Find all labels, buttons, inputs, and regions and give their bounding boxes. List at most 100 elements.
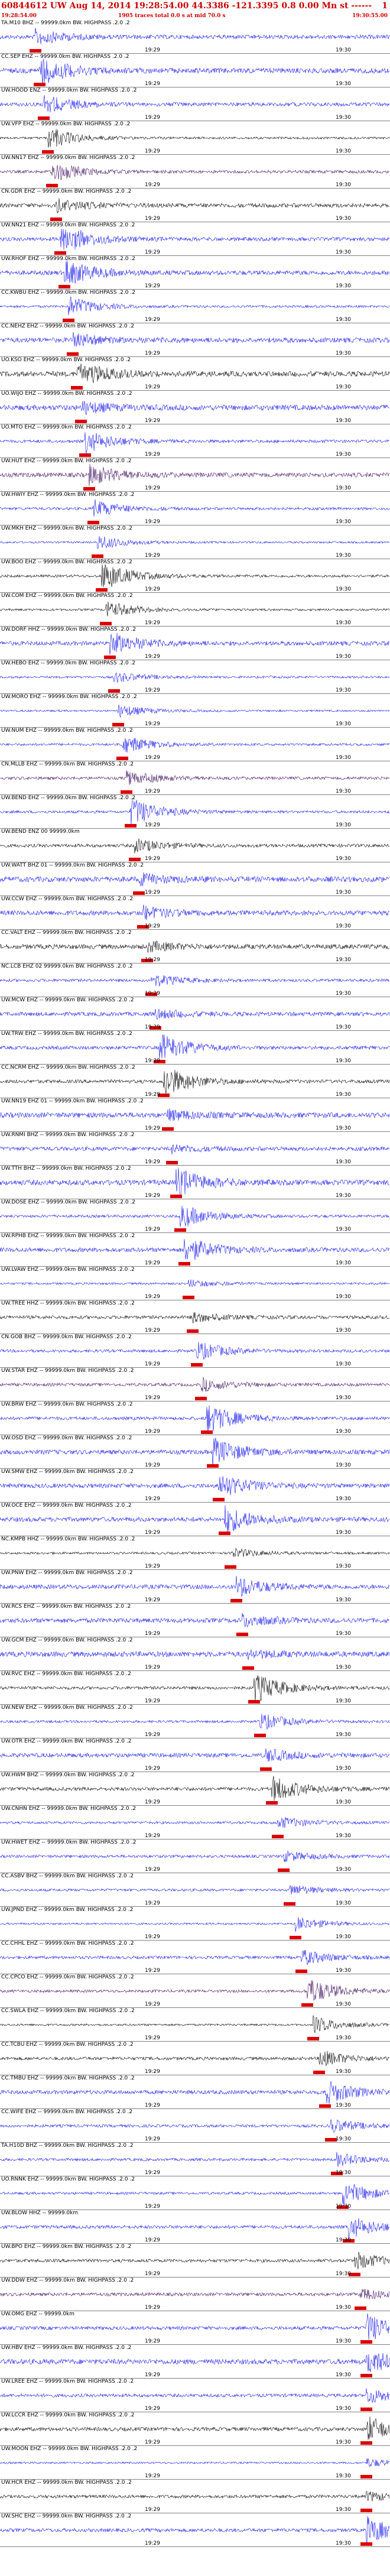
pick-marker xyxy=(54,251,66,255)
track-label: UW.OSD EHZ -- 99999.0km BW. HIGHPASS .2.… xyxy=(1,1435,132,1441)
time-tick-label: 19:30 xyxy=(336,1597,351,1603)
time-tick-label: 19:30 xyxy=(336,2305,351,2311)
time-tick-label: 19:29 xyxy=(145,485,160,491)
waveform-trace xyxy=(0,1850,390,1863)
pick-marker xyxy=(121,790,132,794)
track-label: UW.NN21 EHZ -- 99999.0km BW. HIGHPASS .2… xyxy=(1,222,135,228)
time-tick-label: 19:30 xyxy=(336,1631,351,1637)
waveform-trace xyxy=(0,2051,390,2066)
time-tick-label: 19:29 xyxy=(145,822,160,828)
waveform-trace xyxy=(0,2289,390,2300)
pick-marker xyxy=(183,1296,194,1299)
waveform-trace xyxy=(0,1576,390,1597)
seismogram-track: UW.OTR EHZ -- 99999.0km BW. HIGHPASS .2.… xyxy=(0,1738,390,1772)
track-label: UW.CNHN EHZ -- 99999.0km BW. HIGHPASS .2… xyxy=(1,1806,136,1812)
time-tick-label: 19:30 xyxy=(336,1260,351,1266)
waveform-trace xyxy=(0,2081,390,2104)
pick-marker xyxy=(236,1633,248,1636)
time-tick-label: 19:29 xyxy=(145,2001,160,2007)
time-tick-label: 19:29 xyxy=(145,923,160,929)
pick-marker xyxy=(133,891,145,895)
waveform-trace xyxy=(0,198,390,213)
time-tick-label: 19:30 xyxy=(336,2001,351,2007)
track-label: UW.RHOF EHZ -- 99999.0km BW. HIGHPASS .2… xyxy=(1,256,135,262)
track-label: CC.SWLA EHZ -- 99999.0km BW. HIGHPASS .2… xyxy=(1,2008,135,2014)
track-label: UW.HOOD ENZ -- 99999.0km BW. HIGHPASS .2… xyxy=(1,87,137,93)
track-label: UW.NUM EHZ -- 99999.0km BW. HIGHPASS .2.… xyxy=(1,728,133,734)
time-tick-label: 19:29 xyxy=(145,2372,160,2378)
time-tick-label: 19:30 xyxy=(336,1125,351,1131)
pick-marker xyxy=(191,1363,203,1367)
track-label: UW.LREE EHZ -- 99999.0km BW. HIGHPASS .2… xyxy=(1,2379,134,2384)
track-label: UW.BLOW HHZ -- 99999.0km xyxy=(1,2210,79,2216)
time-tick-label: 19:29 xyxy=(145,1833,160,1839)
pick-marker xyxy=(360,2441,372,2445)
time-tick-label: 19:30 xyxy=(336,115,351,121)
seismogram-track: NC.KMPB HHZ -- 99999.0km BW. HIGHPASS .2… xyxy=(0,1536,390,1570)
seismogram-track: UW.DOSE EHZ -- 99999.0km BW. HIGHPASS .2… xyxy=(0,1199,390,1233)
waveform-trace xyxy=(0,165,390,180)
waveform-trace xyxy=(0,2119,390,2133)
waveform-trace xyxy=(0,632,390,655)
pick-marker xyxy=(187,1329,199,1333)
time-tick-label: 19:29 xyxy=(145,1698,160,1704)
seismogram-track: UO.MTO EHZ -- 99999.0km BW. HIGHPASS .2.… xyxy=(0,424,390,458)
track-label: CC.ASBV BHZ -- 99999.0km BW. HIGHPASS .2… xyxy=(1,1873,134,1879)
seismogram-track: UW.HWET EHZ -- 99999.0km BW. HIGHPASS .2… xyxy=(0,1839,390,1873)
seismogram-track: UW.PNW EHZ -- 99999.0km BW. HIGHPASS .2.… xyxy=(0,1570,390,1604)
waveform-trace xyxy=(0,1547,390,1557)
waveform-trace xyxy=(0,1108,390,1121)
time-tick-label: 19:30 xyxy=(336,2204,351,2210)
waveform-trace xyxy=(0,2014,390,2033)
seismogram-track: CC.CHHL EHZ -- 99999.0km BW. HIGHPASS .2… xyxy=(0,1941,390,1974)
waveform-trace xyxy=(0,2184,390,2206)
seismogram-track: UW.LCCR EHZ -- 99999.0km BW. HIGHPASS .2… xyxy=(0,2412,390,2446)
time-tick-label: 19:29 xyxy=(145,586,160,592)
track-label: UW.LVAW EHZ -- 99999.0km BW. HIGHPASS .2… xyxy=(1,1267,135,1273)
seismogram-track: UW.OCE EHZ -- 99999.0km BW. HIGHPASS .2.… xyxy=(0,1503,390,1536)
waveform-trace xyxy=(0,258,390,284)
track-label: UW.HCR EHZ -- 99999.0km BW. HIGHPASS .2.… xyxy=(1,2480,132,2486)
time-tick-label: 19:29 xyxy=(145,47,160,53)
seismogram-track: UW.CNHN EHZ -- 99999.0km BW. HIGHPASS .2… xyxy=(0,1806,390,1839)
track-label: CC.VALT EHZ -- 99999.0km BW. HIGHPASS .2… xyxy=(1,930,132,936)
pick-marker xyxy=(71,386,83,390)
seismogram-track: UO.WIJO EHZ -- 99999.0km BW. HIGHPASS .2… xyxy=(0,391,390,424)
time-tick-label: 19:30 xyxy=(336,1328,351,1334)
time-tick-label: 19:29 xyxy=(145,2473,160,2479)
time-tick-label: 19:29 xyxy=(145,351,160,356)
seismogram-track: CC.ASBV BHZ -- 99999.0km BW. HIGHPASS .2… xyxy=(0,1873,390,1907)
time-tick-label: 19:29 xyxy=(145,856,160,862)
track-label: UW.RCS EHZ -- 99999.0km BW. HIGHPASS .2.… xyxy=(1,1604,131,1610)
pick-marker xyxy=(46,184,58,187)
seismogram-track: UW.RNMI BHZ -- 99999.0km BW. HIGHPASS .2… xyxy=(0,1132,390,1166)
waveform-trace xyxy=(0,1476,390,1495)
time-tick-label: 19:29 xyxy=(145,1429,160,1435)
seismogram-track: CC.WIFE EHZ -- 99999.0km BW. HIGHPASS .2… xyxy=(0,2109,390,2143)
pick-marker xyxy=(230,1599,242,1602)
waveform-trace xyxy=(0,1714,390,1730)
time-tick-label: 19:30 xyxy=(336,687,351,693)
track-label: UW.GCM EHZ -- 99999.0km BW. HIGHPASS .2.… xyxy=(1,1637,133,1643)
track-label: UW.PNW EHZ -- 99999.0km BW. HIGHPASS .2.… xyxy=(1,1570,133,1576)
time-tick-label: 19:29 xyxy=(145,1092,160,1098)
seismogram-track: UW.DORF HHZ -- 99999.0km BW. HIGHPASS .2… xyxy=(0,627,390,660)
time-tick-label: 19:29 xyxy=(145,1159,160,1165)
time-tick-label: 19:30 xyxy=(336,1058,351,1064)
time-tick-label: 19:29 xyxy=(145,1665,160,1670)
track-label: UW.SMW EHZ -- 99999.0km BW. HIGHPASS .2.… xyxy=(1,1469,134,1475)
waveform-trace xyxy=(0,1377,390,1392)
time-tick-label: 19:29 xyxy=(145,789,160,794)
time-tick-label: 19:29 xyxy=(145,1563,160,1569)
seismogram-track: UW.RHOF EHZ -- 99999.0km BW. HIGHPASS .2… xyxy=(0,256,390,290)
waveform-trace xyxy=(0,1675,390,1702)
track-label: CC.NCRM EHZ -- 99999.0km BW. HIGHPASS .2… xyxy=(1,1065,135,1070)
pick-marker xyxy=(307,2037,319,2040)
pick-marker xyxy=(75,420,87,423)
time-tick-label: 19:29 xyxy=(145,519,160,525)
time-tick-label: 19:29 xyxy=(145,1462,160,1468)
time-tick-label: 19:30 xyxy=(336,2473,351,2479)
pick-marker xyxy=(207,1464,219,1468)
track-label: CC.NEHZ EHZ -- 99999.0km BW. HIGHPASS .2… xyxy=(1,323,135,329)
time-tick-label: 19:29 xyxy=(145,1968,160,1974)
